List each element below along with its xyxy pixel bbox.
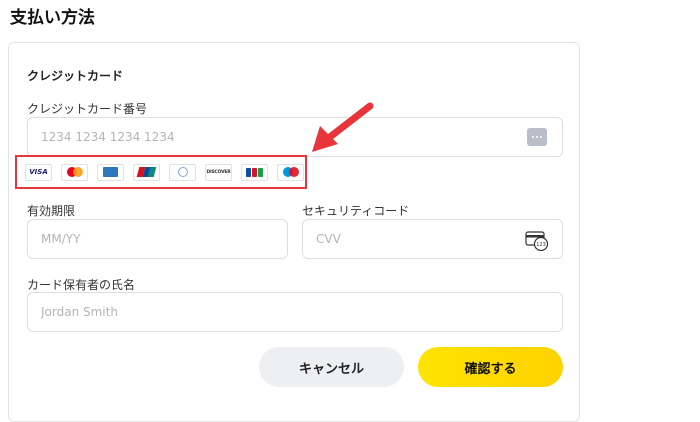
expiry-field-box[interactable] (27, 219, 288, 259)
card-brands-highlight: VISA DISCOVER (15, 155, 307, 189)
page-title: 支払い方法 (10, 8, 95, 28)
card-number-icon (527, 128, 547, 146)
section-title: クレジットカード (27, 69, 124, 83)
cvv-input[interactable] (316, 220, 498, 258)
jcb-icon (241, 163, 268, 181)
holder-name-input[interactable] (41, 293, 415, 331)
unionpay-icon (133, 163, 160, 181)
red-arrow-icon (312, 102, 374, 152)
discover-icon: DISCOVER (205, 163, 232, 181)
expiry-label: 有効期限 (27, 204, 76, 218)
card-number-field-box[interactable] (27, 117, 563, 157)
confirm-button[interactable]: 確認する (418, 347, 563, 387)
visa-icon: VISA (25, 163, 52, 181)
mastercard-icon (61, 163, 88, 181)
amex-icon (97, 163, 124, 181)
holder-name-label: カード保有者の氏名 (27, 278, 136, 292)
cvv-label: セキュリティコード (302, 204, 410, 218)
cvv-card-icon: 123 (525, 231, 549, 251)
maestro-icon (277, 163, 304, 181)
expiry-input[interactable] (41, 220, 223, 258)
cancel-button[interactable]: キャンセル (259, 347, 404, 387)
card-number-label: クレジットカード番号 (27, 102, 148, 116)
cvv-field-box[interactable]: 123 (302, 219, 563, 259)
diners-club-icon (169, 163, 196, 181)
cvv-icon-text: 123 (536, 242, 546, 248)
holder-name-field-box[interactable] (27, 292, 563, 332)
